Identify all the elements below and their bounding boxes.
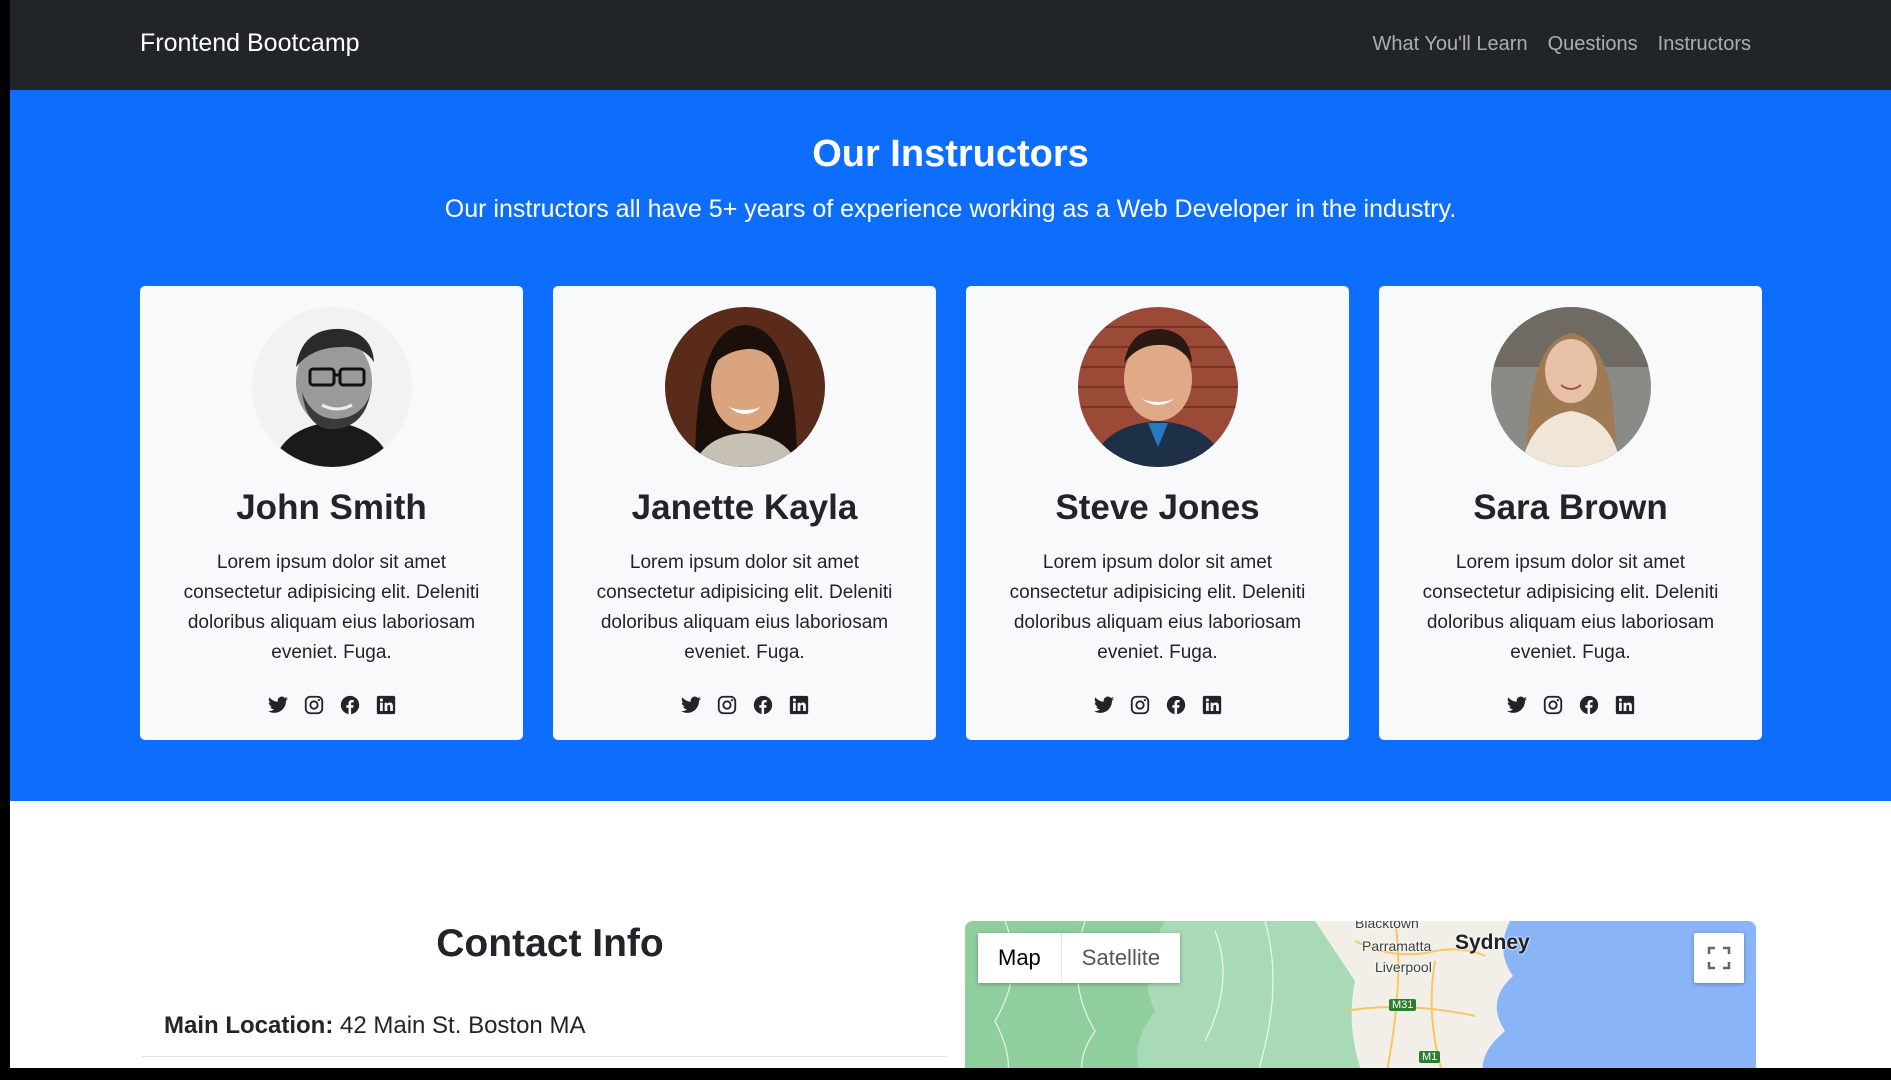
map-road-m1: M1 — [1419, 1051, 1441, 1063]
instagram-icon[interactable] — [716, 694, 738, 716]
social-links — [966, 694, 1349, 716]
nav-links: What You'll Learn Questions Instructors — [1373, 33, 1751, 56]
instagram-icon[interactable] — [303, 694, 325, 716]
instructor-bio: Lorem ipsum dolor sit amet consectetur a… — [1422, 552, 1719, 663]
twitter-icon[interactable] — [680, 694, 702, 716]
facebook-icon[interactable] — [339, 694, 361, 716]
fullscreen-button[interactable] — [1694, 933, 1744, 983]
instructor-name: John Smith — [236, 488, 427, 527]
instructor-bio: Lorem ipsum dolor sit amet consectetur a… — [1009, 552, 1306, 663]
navbar: Frontend Bootcamp What You'll Learn Ques… — [10, 0, 1891, 90]
map-road-m31: M31 — [1389, 999, 1417, 1011]
instructor-card: Sara Brown Lorem ipsum dolor sit amet co… — [1379, 286, 1762, 740]
facebook-icon[interactable] — [1578, 694, 1600, 716]
section-title: Our Instructors — [812, 133, 1089, 175]
location-value: 42 Main St. Boston MA — [340, 1012, 586, 1039]
instructor-cards: John Smith Lorem ipsum dolor sit amet co… — [140, 286, 1762, 740]
instructor-bio: Lorem ipsum dolor sit amet consectetur a… — [183, 552, 480, 663]
section-lead: Our instructors all have 5+ years of exp… — [444, 195, 1457, 223]
facebook-icon[interactable] — [1165, 694, 1187, 716]
instructor-card: John Smith Lorem ipsum dolor sit amet co… — [140, 286, 523, 740]
instructor-name: Steve Jones — [1055, 488, 1260, 527]
instructor-card: Janette Kayla Lorem ipsum dolor sit amet… — [553, 286, 936, 740]
map-label-parramatta: Parramatta — [1362, 938, 1432, 954]
map-type-control: Map Satellite — [978, 933, 1181, 983]
social-links — [1379, 694, 1762, 716]
linkedin-icon[interactable] — [1201, 694, 1223, 716]
map-label-liverpool: Liverpool — [1375, 959, 1432, 975]
contact-location-row: Main Location: 42 Main St. Boston MA — [142, 1012, 947, 1040]
avatar-john-smith — [252, 307, 412, 467]
instructor-card: Steve Jones Lorem ipsum dolor sit amet c… — [966, 286, 1349, 740]
brand-link[interactable]: Frontend Bootcamp — [140, 29, 360, 58]
avatar-janette-kayla — [665, 307, 825, 467]
contact-title: Contact Info — [436, 922, 664, 965]
twitter-icon[interactable] — [1093, 694, 1115, 716]
twitter-icon[interactable] — [267, 694, 289, 716]
nav-link-questions[interactable]: Questions — [1548, 33, 1638, 56]
nav-link-instructors[interactable]: Instructors — [1658, 33, 1751, 56]
social-links — [553, 694, 936, 716]
map-type-map-button[interactable]: Map — [978, 933, 1062, 983]
map-label-blacktown: Blacktown — [1355, 921, 1419, 931]
social-links — [140, 694, 523, 716]
location-label: Main Location: — [164, 1012, 334, 1039]
divider — [142, 1056, 947, 1057]
instructors-section: Our Instructors Our instructors all have… — [10, 90, 1891, 801]
linkedin-icon[interactable] — [375, 694, 397, 716]
map-label-sydney: Sydney — [1455, 931, 1530, 954]
linkedin-icon[interactable] — [788, 694, 810, 716]
map-type-satellite-button[interactable]: Satellite — [1061, 933, 1181, 983]
instagram-icon[interactable] — [1542, 694, 1564, 716]
linkedin-icon[interactable] — [1614, 694, 1636, 716]
fullscreen-icon — [1707, 946, 1731, 970]
nav-link-what-youll-learn[interactable]: What You'll Learn — [1373, 33, 1528, 56]
map-embed[interactable]: Blacktown Sydney Parramatta Liverpool M3… — [965, 921, 1756, 1068]
page: Frontend Bootcamp What You'll Learn Ques… — [10, 0, 1891, 1068]
instructor-name: Janette Kayla — [631, 488, 858, 527]
twitter-icon[interactable] — [1506, 694, 1528, 716]
instructor-bio: Lorem ipsum dolor sit amet consectetur a… — [596, 552, 893, 663]
instagram-icon[interactable] — [1129, 694, 1151, 716]
avatar-steve-jones — [1078, 307, 1238, 467]
facebook-icon[interactable] — [752, 694, 774, 716]
avatar-sara-brown — [1491, 307, 1651, 467]
instructor-name: Sara Brown — [1473, 488, 1668, 527]
